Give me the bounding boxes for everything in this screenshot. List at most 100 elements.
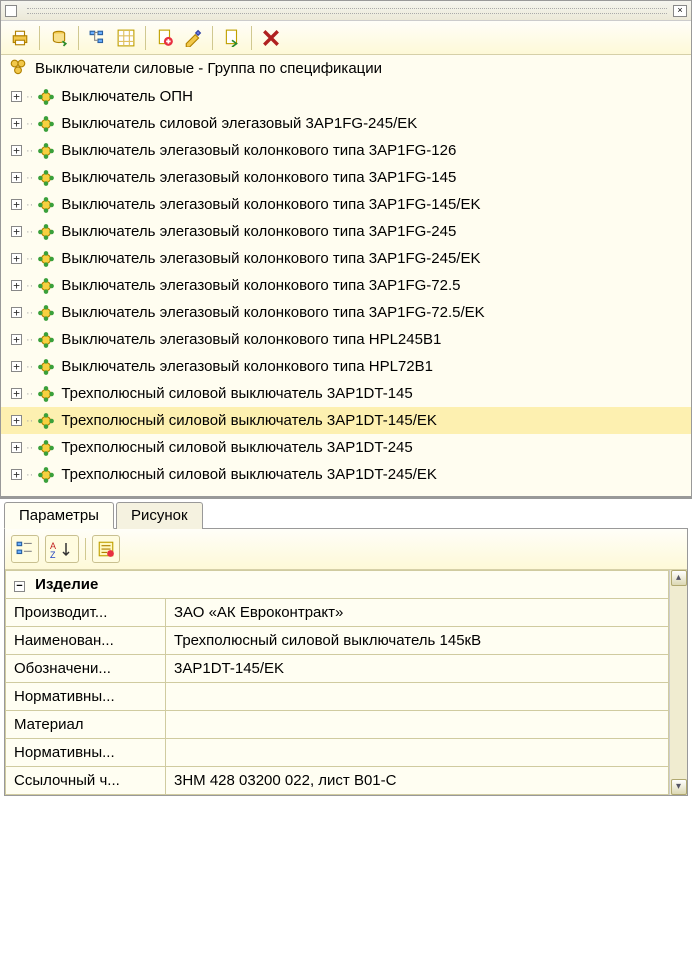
tree-item-label: Выключатель ОПН (61, 88, 193, 105)
toolbar-delete-button[interactable] (258, 25, 284, 51)
expand-icon[interactable]: + (11, 199, 22, 210)
tree-item-label: Трехполюсный силовой выключатель 3AP1DT-… (61, 412, 437, 429)
property-label: Обозначени... (6, 655, 166, 683)
toolbar-separator (39, 26, 40, 50)
tree-item[interactable]: +··Выключатель элегазовый колонкового ти… (1, 272, 691, 299)
delete-x-icon (262, 29, 280, 47)
tab-params[interactable]: Параметры (4, 502, 114, 529)
property-label: Нормативны... (6, 739, 166, 767)
property-label: Нормативны... (6, 683, 166, 711)
expand-icon[interactable]: + (11, 118, 22, 129)
properties-grid-wrap: − Изделие Производит...ЗАО «АК Евроконтр… (5, 570, 687, 795)
tree-item[interactable]: +··Трехполюсный силовой выключатель 3AP1… (1, 434, 691, 461)
property-row[interactable]: Ссылочный ч...3НМ 428 03200 022, лист В0… (6, 767, 669, 795)
expand-icon[interactable]: + (11, 91, 22, 102)
tree-view[interactable]: +··Выключатель ОПН+··Выключатель силовой… (1, 81, 691, 496)
component-icon (37, 358, 55, 376)
property-value[interactable] (166, 683, 669, 711)
tree-connector: ·· (26, 199, 33, 211)
tree-item[interactable]: +··Выключатель элегазовый колонкового ти… (1, 326, 691, 353)
toolbar-print-button[interactable] (7, 25, 33, 51)
property-row[interactable]: Нормативны... (6, 683, 669, 711)
toolbar-refresh-button[interactable] (46, 25, 72, 51)
window-sys-icon (5, 5, 17, 17)
tab-strip: Параметры Рисунок (0, 497, 692, 528)
property-row[interactable]: Производит...ЗАО «АК Евроконтракт» (6, 599, 669, 627)
expand-icon[interactable]: + (11, 334, 22, 345)
properties-grid[interactable]: − Изделие Производит...ЗАО «АК Евроконтр… (5, 570, 669, 795)
property-value[interactable]: 3AP1DT-145/EK (166, 655, 669, 683)
tree-connector: ·· (26, 469, 33, 481)
property-row[interactable]: Нормативны... (6, 739, 669, 767)
component-icon (37, 439, 55, 457)
title-bar-drag[interactable] (27, 8, 667, 14)
toolbar-separator (145, 26, 146, 50)
expand-icon[interactable]: + (11, 415, 22, 426)
prop-sort-button[interactable]: A Z (45, 535, 79, 563)
tree-item-label: Выключатель элегазовый колонкового типа … (61, 358, 433, 375)
tree-item[interactable]: +··Выключатель элегазовый колонкового ти… (1, 164, 691, 191)
tree-item-label: Выключатель силовой элегазовый 3AP1FG-24… (61, 115, 417, 132)
tree-item[interactable]: + ·· Трехполюсный силовой выключатель 3AP1… (1, 461, 691, 488)
component-icon (37, 88, 55, 106)
toolbar-copy-button[interactable] (219, 25, 245, 51)
expand-icon[interactable]: + (11, 388, 22, 399)
tree-connector: ·· (26, 226, 33, 238)
expand-icon[interactable]: + (11, 469, 22, 480)
toolbar-edit-button[interactable] (180, 25, 206, 51)
tree-item[interactable]: +··Выключатель элегазовый колонкового ти… (1, 137, 691, 164)
tree-item[interactable]: +··Трехполюсный силовой выключатель 3AP1… (1, 380, 691, 407)
property-row[interactable]: Наименован...Трехполюсный силовой выключ… (6, 627, 669, 655)
tree-item[interactable]: +··Трехполюсный силовой выключатель 3AP1… (1, 407, 691, 434)
prop-categorized-button[interactable] (11, 535, 39, 563)
tree-item[interactable]: +··Выключатель элегазовый колонкового ти… (1, 191, 691, 218)
toolbar-separator (85, 538, 86, 560)
scroll-up-button[interactable]: ▴ (671, 570, 687, 586)
properties-scrollbar[interactable]: ▴ ▾ (669, 570, 687, 795)
properties-section-row[interactable]: − Изделие (6, 571, 669, 599)
property-value[interactable]: Трехполюсный силовой выключатель 145кВ (166, 627, 669, 655)
close-window-button[interactable]: × (673, 5, 687, 17)
toolbar-add-page-button[interactable] (152, 25, 178, 51)
property-value[interactable] (166, 711, 669, 739)
component-icon (37, 223, 55, 241)
prop-props-page-button[interactable] (92, 535, 120, 563)
expand-icon[interactable]: + (11, 361, 22, 372)
component-icon (37, 385, 55, 403)
expand-icon[interactable]: + (11, 145, 22, 156)
scroll-down-button[interactable]: ▾ (671, 779, 687, 795)
expand-icon[interactable]: + (11, 172, 22, 183)
tree-item[interactable]: +··Выключатель элегазовый колонкового ти… (1, 299, 691, 326)
tree-item[interactable]: +··Выключатель ОПН (1, 83, 691, 110)
tree-item[interactable]: +··Выключатель элегазовый колонкового ти… (1, 218, 691, 245)
tree-item-label: Трехполюсный силовой выключатель 3AP1DT-… (61, 466, 437, 483)
expand-icon[interactable]: + (11, 226, 22, 237)
property-row[interactable]: Материал (6, 711, 669, 739)
expand-icon[interactable]: + (11, 253, 22, 264)
component-icon (37, 142, 55, 160)
component-icon (37, 169, 55, 187)
expand-icon[interactable]: + (11, 442, 22, 453)
property-value[interactable] (166, 739, 669, 767)
tree-item[interactable]: +··Выключатель элегазовый колонкового ти… (1, 353, 691, 380)
property-value[interactable]: ЗАО «АК Евроконтракт» (166, 599, 669, 627)
property-value[interactable]: 3НМ 428 03200 022, лист В01-С (166, 767, 669, 795)
expand-icon[interactable]: + (11, 280, 22, 291)
toolbar-tree-button[interactable] (85, 25, 111, 51)
properties-toolbar: A Z (5, 529, 687, 570)
tree-item[interactable]: +··Выключатель элегазовый колонкового ти… (1, 245, 691, 272)
main-window: × (0, 0, 692, 497)
tree-connector: ·· (26, 253, 33, 265)
tab-picture[interactable]: Рисунок (116, 502, 203, 529)
grid-icon (117, 29, 135, 47)
tree-item[interactable]: +··Выключатель силовой элегазовый 3AP1FG… (1, 110, 691, 137)
toolbar-separator (212, 26, 213, 50)
component-icon (37, 277, 55, 295)
page-add-icon (156, 29, 174, 47)
expand-icon[interactable]: + (11, 307, 22, 318)
toolbar-grid-button[interactable] (113, 25, 139, 51)
toolbar-separator (251, 26, 252, 50)
section-collapse-icon[interactable]: − (14, 581, 25, 592)
tree-icon (89, 29, 107, 47)
property-row[interactable]: Обозначени...3AP1DT-145/EK (6, 655, 669, 683)
